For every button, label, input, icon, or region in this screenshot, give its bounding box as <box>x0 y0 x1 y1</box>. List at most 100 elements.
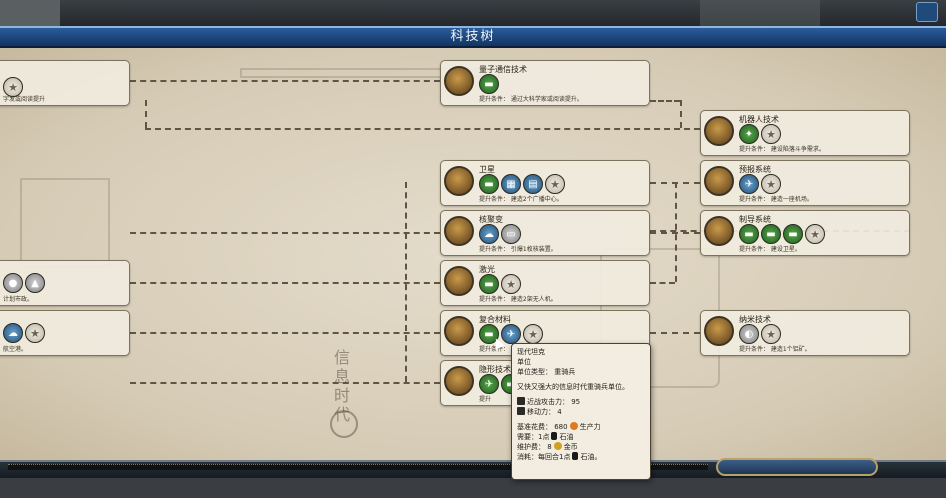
connector <box>145 100 147 128</box>
tech-desc: 航空港。 <box>3 346 28 353</box>
connector <box>650 332 700 334</box>
tooltip-upkeep: 维护费： 8 <box>517 443 552 451</box>
star-icon[interactable]: ★ <box>523 324 543 344</box>
connector <box>675 182 677 282</box>
tooltip-type: 单位类型： 重骑兵 <box>517 368 576 376</box>
connector <box>680 100 682 128</box>
tooltip-title: 现代坦克 <box>517 348 545 356</box>
tech-card-forecast[interactable]: 预报系统 ✈ ★ 提升条件： 建造一座机场。 <box>700 160 910 206</box>
unit-icon[interactable]: ▬ <box>479 274 499 294</box>
connector <box>130 80 440 82</box>
tech-card-laser[interactable]: 激光 ▬ ★ 提升条件： 建造2架无人机。 <box>440 260 650 306</box>
movement-icon <box>517 407 525 415</box>
star-icon[interactable]: ★ <box>761 174 781 194</box>
tech-desc: 提升条件： 建造一座机场。 <box>739 196 813 203</box>
unit-tooltip: 现代坦克 单位 单位类型： 重骑兵 又快又强大的信息时代重骑兵单位。 近战攻击力… <box>511 343 651 480</box>
tech-portrait-icon <box>444 66 474 96</box>
production-icon <box>569 422 578 430</box>
unit-icon[interactable]: ▲ <box>25 273 45 293</box>
bg-building-sketch <box>20 178 110 268</box>
tech-card[interactable]: ☁ ★ 航空港。 <box>0 310 130 356</box>
tech-card-robotics[interactable]: 机器人技术 ✦ ★ 提升条件： 建设陷落斗争需求。 <box>700 110 910 156</box>
tooltip-require-res: 石油 <box>559 433 574 441</box>
connector <box>130 382 440 384</box>
connector <box>405 182 407 382</box>
unit-icon[interactable]: ☁ <box>3 323 23 343</box>
connector <box>145 128 700 130</box>
unit-icon[interactable]: ▬ <box>761 224 781 244</box>
tech-portrait-icon <box>704 216 734 246</box>
tech-card-satellite[interactable]: 卫星 ▬ ▦ ▤ ★ 提升条件： 建造2个广播中心。 <box>440 160 650 206</box>
star-icon[interactable]: ★ <box>761 324 781 344</box>
unit-icon[interactable]: ▬ <box>783 224 803 244</box>
oil-icon <box>572 452 579 460</box>
star-icon[interactable]: ★ <box>25 323 45 343</box>
unit-icon[interactable]: ▭ <box>501 224 521 244</box>
window-title: 科技树 <box>0 26 946 48</box>
unit-icon[interactable]: ◐ <box>739 324 759 344</box>
tech-portrait-icon <box>444 166 474 196</box>
tech-card-fusion[interactable]: 核聚变 ☁ ▭ 提升条件： 引爆1枚核装置。 <box>440 210 650 256</box>
unit-icon[interactable]: ▬ <box>479 174 499 194</box>
tooltip-cost-unit: 生产力 <box>579 423 601 431</box>
tooltip-consume-res: 石油。 <box>580 453 602 461</box>
oil-icon <box>551 432 558 440</box>
connector <box>650 282 675 284</box>
melee-icon <box>517 397 525 405</box>
tooltip-upkeep-unit: 金币 <box>563 443 578 451</box>
gold-icon <box>553 442 562 450</box>
unit-icon[interactable]: ▬ <box>739 224 759 244</box>
unit-icon[interactable]: ✈ <box>501 324 521 344</box>
tooltip-move: 移动力： 4 <box>527 408 562 416</box>
tech-portrait-icon <box>444 366 474 396</box>
tech-desc: 提升条件： 建造1个铝矿。 <box>739 346 811 353</box>
star-icon[interactable]: ★ <box>805 224 825 244</box>
bottom-hud <box>0 478 946 498</box>
tech-desc: 计划市政。 <box>3 296 34 303</box>
tech-portrait-icon <box>444 216 474 246</box>
tooltip-cost: 基准花费： 680 <box>517 423 568 431</box>
unit-icon[interactable]: ✦ <box>739 124 759 144</box>
era-emblem-icon <box>330 410 358 438</box>
tech-portrait-icon <box>704 116 734 146</box>
tech-portrait-icon <box>444 266 474 296</box>
tech-portrait-icon <box>444 316 474 346</box>
top-menu-icon[interactable] <box>916 2 938 22</box>
connector <box>130 232 440 234</box>
tooltip-consume: 消耗：每回合1点 <box>517 453 571 461</box>
tech-desc: 提升条件： 通过大科学家或阅读提升。 <box>479 96 583 103</box>
connector <box>130 282 440 284</box>
unit-icon[interactable]: ✈ <box>739 174 759 194</box>
tech-card[interactable]: ★ 字发或阅读提升 <box>0 60 130 106</box>
tech-desc: 提升条件： 建造2架无人机。 <box>479 296 557 303</box>
tech-card-quantum[interactable]: 量子通信技术 ▬ 提升条件： 通过大科学家或阅读提升。 <box>440 60 650 106</box>
unit-icon[interactable]: ▤ <box>523 174 543 194</box>
unit-icon[interactable]: ▦ <box>501 174 521 194</box>
connector <box>650 100 680 102</box>
tech-desc: 提升 <box>479 396 492 403</box>
top-panel-right <box>700 0 820 26</box>
tech-desc: 提升条件： 建设陷落斗争需求。 <box>739 146 825 153</box>
tech-desc: 提升条件： 建造2个广播中心。 <box>479 196 563 203</box>
tooltip-desc: 又快又强大的信息时代重骑兵单位。 <box>517 383 629 391</box>
star-icon[interactable]: ★ <box>761 124 781 144</box>
star-icon[interactable]: ★ <box>501 274 521 294</box>
scroll-thumb[interactable] <box>716 458 878 476</box>
tech-portrait-icon <box>704 166 734 196</box>
star-icon[interactable]: ★ <box>545 174 565 194</box>
connector <box>130 332 440 334</box>
unit-icon[interactable]: ▬ <box>479 74 499 94</box>
tooltip-subtitle: 单位 <box>517 358 531 366</box>
tooltip-require: 需要：1点 <box>517 433 550 441</box>
unit-icon[interactable]: ● <box>3 273 23 293</box>
tech-card[interactable]: ● ▲ 计划市政。 <box>0 260 130 306</box>
tech-card-guidance[interactable]: 制导系统 ▬ ▬ ▬ ★ 提升条件： 建设卫星。 <box>700 210 910 256</box>
unit-icon[interactable]: ☁ <box>479 224 499 244</box>
tech-portrait-icon <box>704 316 734 346</box>
tech-desc: 提升条件： 建设卫星。 <box>739 246 801 253</box>
tooltip-melee: 近战攻击力： 95 <box>527 398 581 406</box>
tech-desc: 提升条件： 引爆1枚核装置。 <box>479 246 557 253</box>
top-strip <box>0 0 946 26</box>
tech-card-nanotech[interactable]: 纳米技术 ◐ ★ 提升条件： 建造1个铝矿。 <box>700 310 910 356</box>
unit-icon[interactable]: ✈ <box>479 374 499 394</box>
